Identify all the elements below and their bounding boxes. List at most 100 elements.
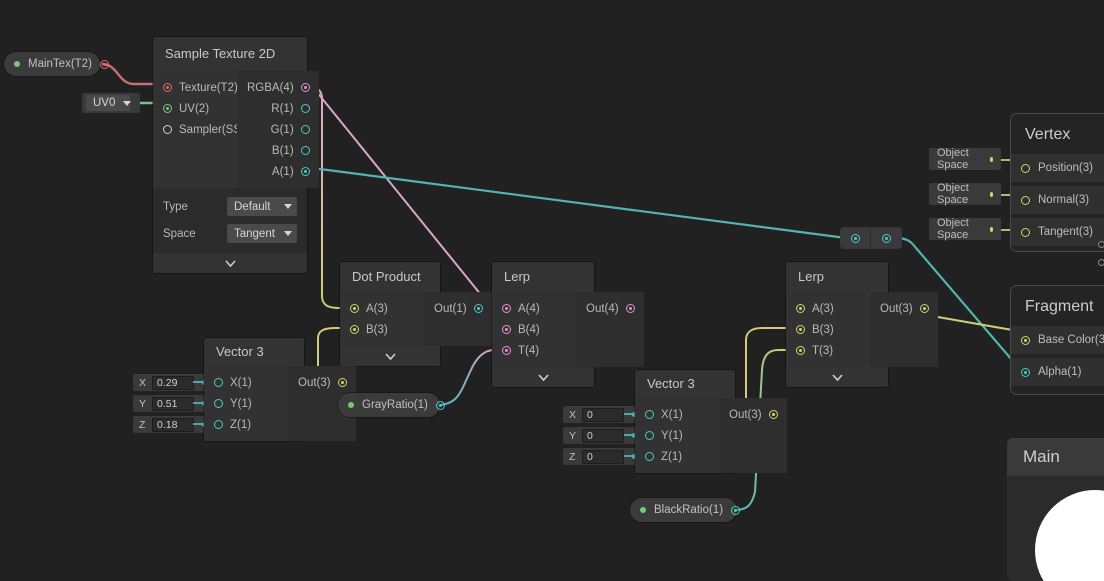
port-out[interactable]: Out(3) [288, 372, 356, 393]
output-slot-out[interactable] [625, 304, 635, 313]
port-a[interactable]: A(4) [492, 298, 576, 319]
expand-collapse-button[interactable] [786, 367, 888, 387]
block-alpha[interactable]: Alpha(1) [1011, 358, 1104, 386]
node-fragment-master[interactable]: Fragment Base Color(3) Alpha(1) [1010, 285, 1104, 395]
output-slot-a[interactable] [300, 167, 310, 176]
output-slot-out[interactable] [919, 304, 929, 313]
block-position[interactable]: Position(3) [1011, 154, 1104, 182]
input-slot-base-color[interactable] [1021, 335, 1030, 345]
output-slot-b[interactable] [300, 146, 310, 155]
x-input[interactable]: 0.29 [152, 375, 194, 390]
output-slot-reroute[interactable] [882, 233, 891, 243]
input-slot-x[interactable] [645, 410, 654, 419]
node-vector3-right[interactable]: Vector 3 X(1) Y(1) Z(1) Out(3) [635, 370, 787, 473]
port-b[interactable]: B(3) [340, 319, 424, 340]
port-g[interactable]: G(1) [237, 119, 319, 140]
input-slot-a[interactable] [796, 304, 805, 313]
input-slot-b[interactable] [502, 325, 511, 334]
input-slot-y[interactable] [645, 431, 654, 440]
port-t[interactable]: T(3) [786, 340, 870, 361]
input-slot-normal[interactable] [1021, 195, 1030, 205]
input-slot-uv[interactable] [163, 104, 172, 113]
port-z[interactable]: Z(1) [635, 446, 719, 467]
node-sample-texture-2d[interactable]: Sample Texture 2D Texture(T2) UV(2) Samp… [153, 37, 319, 273]
port-b[interactable]: B(1) [237, 140, 319, 161]
property-node-maintex[interactable]: MainTex(T2) [4, 52, 109, 76]
block-tangent[interactable]: Tangent(3) [1011, 218, 1104, 246]
output-slot-r[interactable] [300, 104, 310, 113]
input-slot-a[interactable] [502, 304, 511, 313]
reroute-node-alpha[interactable] [840, 227, 902, 249]
port-t[interactable]: T(4) [492, 340, 576, 361]
node-lerp-1[interactable]: Lerp A(4) B(4) T(4) Out(4) [492, 262, 644, 387]
port-x[interactable]: X(1) [635, 404, 719, 425]
input-slot-sampler[interactable] [163, 125, 172, 134]
vector3-field-y[interactable]: Y 0 [563, 427, 641, 444]
vertex-position-space-label[interactable]: Object Space [929, 147, 1001, 171]
expand-collapse-button[interactable] [153, 253, 307, 273]
node-vector3-left[interactable]: Vector 3 X(1) Y(1) Z(1) Out(3) [204, 338, 356, 441]
input-slot-b[interactable] [350, 325, 359, 334]
port-a[interactable]: A(1) [237, 161, 319, 182]
vector3-field-x[interactable]: X 0.29 [133, 374, 211, 391]
uv-channel-node[interactable]: UV0 [82, 93, 140, 113]
input-slot-z[interactable] [645, 452, 654, 461]
vector3-field-x[interactable]: X 0 [563, 406, 641, 423]
x-input[interactable]: 0 [582, 407, 624, 422]
input-slot-tangent[interactable] [1021, 227, 1030, 237]
input-slot-b[interactable] [796, 325, 805, 334]
vertex-node-handle-bottom[interactable] [1098, 259, 1104, 266]
output-slot-blackratio[interactable] [731, 505, 741, 515]
port-out[interactable]: Out(3) [870, 298, 938, 319]
node-vertex-master[interactable]: Vertex Position(3) Normal(3) Tangent(3) [1010, 113, 1104, 252]
port-rgba[interactable]: RGBA(4) [237, 77, 319, 98]
port-x[interactable]: X(1) [204, 372, 288, 393]
uv-channel-dropdown[interactable]: UV0 [86, 95, 132, 111]
port-texture[interactable]: Texture(T2) [153, 77, 238, 98]
reroute-input[interactable] [840, 227, 871, 249]
type-dropdown[interactable]: Default [227, 197, 297, 216]
reroute-output[interactable] [871, 227, 902, 249]
input-slot-reroute[interactable] [850, 233, 860, 243]
node-lerp-2[interactable]: Lerp A(3) B(3) T(3) Out(3) [786, 262, 938, 387]
output-slot-out[interactable] [768, 410, 778, 419]
preview-viewport[interactable] [1007, 476, 1104, 581]
z-input[interactable]: 0 [582, 449, 624, 464]
expand-collapse-button[interactable] [492, 367, 594, 387]
output-slot-out[interactable] [337, 378, 347, 387]
input-slot-a[interactable] [350, 304, 359, 313]
output-slot-texture[interactable] [99, 59, 109, 69]
port-b[interactable]: B(3) [786, 319, 870, 340]
port-a[interactable]: A(3) [340, 298, 424, 319]
block-base-color[interactable]: Base Color(3) [1011, 326, 1104, 354]
port-y[interactable]: Y(1) [204, 393, 288, 414]
expand-collapse-button[interactable] [340, 346, 440, 366]
y-input[interactable]: 0.51 [152, 396, 194, 411]
port-r[interactable]: R(1) [237, 98, 319, 119]
vector3-field-z[interactable]: Z 0 [563, 448, 641, 465]
input-slot-position[interactable] [1021, 163, 1030, 173]
port-b[interactable]: B(4) [492, 319, 576, 340]
port-z[interactable]: Z(1) [204, 414, 288, 435]
input-slot-t[interactable] [796, 346, 805, 355]
input-slot-texture[interactable] [163, 83, 172, 92]
space-dropdown[interactable]: Tangent [227, 224, 297, 243]
property-node-grayratio[interactable]: GrayRatio(1) [338, 393, 445, 417]
vector3-field-z[interactable]: Z 0.18 [133, 416, 211, 433]
input-slot-alpha[interactable] [1021, 367, 1030, 377]
port-out[interactable]: Out(1) [424, 298, 492, 319]
node-dot-product[interactable]: Dot Product A(3) B(3) Out(1) [340, 262, 492, 366]
port-a[interactable]: A(3) [786, 298, 870, 319]
output-slot-grayratio[interactable] [435, 400, 445, 410]
vertex-tangent-space-label[interactable]: Object Space [929, 217, 1001, 241]
input-slot-z[interactable] [214, 420, 223, 429]
port-sampler[interactable]: Sampler(SS) [153, 119, 245, 140]
vector3-field-y[interactable]: Y 0.51 [133, 395, 211, 412]
main-preview-panel[interactable]: Main Preview [1007, 438, 1104, 581]
vertex-normal-space-label[interactable]: Object Space [929, 182, 1001, 206]
output-slot-out[interactable] [473, 304, 483, 313]
input-slot-t[interactable] [502, 346, 511, 355]
port-uv[interactable]: UV(2) [153, 98, 237, 119]
shader-graph-canvas[interactable]: MainTex(T2) UV0 Sample Texture 2D Textur… [0, 0, 1104, 581]
port-out[interactable]: Out(4) [576, 298, 644, 319]
